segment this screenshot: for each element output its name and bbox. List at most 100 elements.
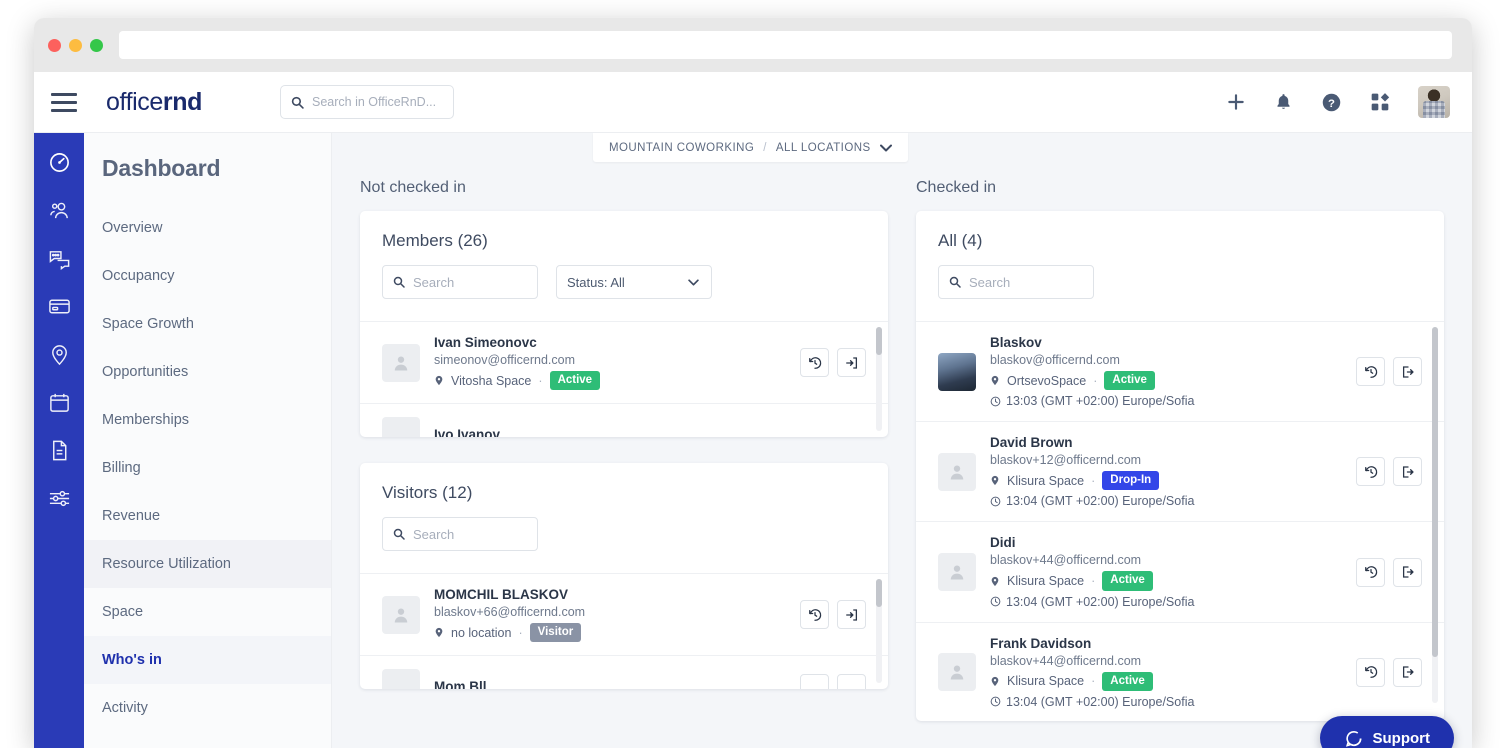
history-icon[interactable] <box>1356 457 1385 487</box>
list-item[interactable]: Ivan Simeonovc simeonov@officernd.com Vi… <box>360 321 888 403</box>
status-badge: Drop-In <box>1102 471 1160 491</box>
sidebar-item-overview[interactable]: Overview <box>84 204 331 252</box>
add-icon[interactable] <box>1226 92 1246 112</box>
global-search-input[interactable]: Search in OfficeRnD... <box>279 85 454 119</box>
members-scrollbar-thumb[interactable] <box>876 327 882 355</box>
clock-icon <box>990 396 1001 407</box>
meta-separator: · <box>518 625 523 640</box>
location-selector[interactable]: MOUNTAIN COWORKING / ALL LOCATIONS <box>593 133 908 162</box>
help-icon[interactable]: ? <box>1321 92 1342 113</box>
person-location: Klisura Space <box>1007 674 1085 689</box>
person-name: Ivan Simeonovc <box>434 335 537 350</box>
checked-in-scrollbar-track[interactable] <box>1432 327 1438 703</box>
list-item-info: Ivo Ivanov <box>434 427 866 437</box>
list-item[interactable]: Blaskov blaskov@officernd.com OrtsevoSpa… <box>916 321 1444 421</box>
svg-text:?: ? <box>1328 97 1335 109</box>
sidebar-item-memberships[interactable]: Memberships <box>84 396 331 444</box>
check-out-icon[interactable] <box>1393 457 1422 487</box>
user-avatar[interactable] <box>1418 86 1450 118</box>
dashboard-gauge-icon[interactable] <box>44 147 74 177</box>
visitors-search-input[interactable]: Search <box>382 517 538 551</box>
checked-in-card-title: All (4) <box>938 231 983 250</box>
browser-titlebar <box>34 18 1472 72</box>
members-people-icon[interactable] <box>44 195 74 225</box>
visitors-scrollbar-track[interactable] <box>876 579 882 683</box>
location-pin-icon <box>991 476 999 486</box>
sidebar-item-billing[interactable]: Billing <box>84 444 331 492</box>
members-search-input[interactable]: Search <box>382 265 538 299</box>
history-icon[interactable] <box>800 673 829 689</box>
list-item[interactable]: Mom Bll <box>360 655 888 689</box>
list-item-info: Didi blaskov+44@officernd.com Klisura Sp… <box>990 535 1342 608</box>
check-in-icon[interactable] <box>837 600 866 630</box>
reports-document-icon[interactable] <box>44 435 74 465</box>
visitors-card-controls: Search <box>360 517 888 573</box>
close-window-button[interactable] <box>48 38 61 52</box>
support-widget-button[interactable]: Support <box>1319 716 1454 748</box>
members-search-placeholder: Search <box>413 274 455 290</box>
check-out-icon[interactable] <box>1393 557 1422 587</box>
address-bar[interactable] <box>119 31 1452 59</box>
person-meta: Klisura Space · Active <box>990 671 1342 691</box>
check-out-icon[interactable] <box>1393 357 1422 387</box>
person-name: Ivo Ivanov <box>434 427 501 437</box>
checked-in-search-input[interactable]: Search <box>938 265 1094 299</box>
list-item[interactable]: MOMCHIL BLASKOV blaskov+66@officernd.com… <box>360 573 888 655</box>
check-in-icon[interactable] <box>837 673 866 689</box>
checked-in-scrollbar-thumb[interactable] <box>1432 327 1438 657</box>
list-item[interactable]: Frank Davidson blaskov+44@officernd.com … <box>916 621 1444 721</box>
members-scrollbar-track[interactable] <box>876 327 882 431</box>
history-icon[interactable] <box>800 600 829 630</box>
community-chat-icon[interactable] <box>44 243 74 273</box>
person-location: OrtsevoSpace <box>1007 373 1087 388</box>
sidebar-item-label: Billing <box>102 460 141 476</box>
list-item[interactable]: David Brown blaskov+12@officernd.com Kli… <box>916 421 1444 521</box>
person-email: blaskov+66@officernd.com <box>434 605 586 619</box>
list-item-info: Blaskov blaskov@officernd.com OrtsevoSpa… <box>990 335 1342 408</box>
members-status-filter[interactable]: Status: All <box>556 265 712 299</box>
sidebar-item-space[interactable]: Space <box>84 588 331 636</box>
avatar <box>382 417 420 437</box>
check-out-icon[interactable] <box>1393 657 1422 687</box>
officernd-logo[interactable]: officernd <box>106 88 202 117</box>
visitors-list: MOMCHIL BLASKOV blaskov+66@officernd.com… <box>360 573 888 689</box>
notifications-bell-icon[interactable] <box>1274 92 1293 112</box>
row-actions <box>1356 657 1422 687</box>
search-icon <box>949 276 961 288</box>
minimize-window-button[interactable] <box>69 38 82 52</box>
person-email: blaskov@officernd.com <box>990 353 1120 367</box>
history-icon[interactable] <box>800 348 829 378</box>
sidebar-item-resource-utilization[interactable]: Resource Utilization <box>84 540 331 588</box>
check-in-icon[interactable] <box>837 348 866 378</box>
sidebar-item-opportunities[interactable]: Opportunities <box>84 348 331 396</box>
list-item[interactable]: Ivo Ivanov <box>360 403 888 437</box>
history-icon[interactable] <box>1356 657 1385 687</box>
avatar <box>938 553 976 592</box>
sidebar-item-revenue[interactable]: Revenue <box>84 492 331 540</box>
user-placeholder-icon <box>394 356 408 371</box>
list-item[interactable]: Didi blaskov+44@officernd.com Klisura Sp… <box>916 521 1444 621</box>
zoom-window-button[interactable] <box>90 38 103 52</box>
sidebar-item-occupancy[interactable]: Occupancy <box>84 252 331 300</box>
history-icon[interactable] <box>1356 357 1385 387</box>
person-checkin-time-wrap: 13:04 (GMT +02:00) Europe/Sofia <box>990 494 1342 508</box>
user-placeholder-icon <box>950 465 964 480</box>
history-icon[interactable] <box>1356 557 1385 587</box>
location-pin-icon <box>991 576 999 586</box>
sidebar-item-activity[interactable]: Activity <box>84 684 331 732</box>
location-pin-icon <box>991 676 999 686</box>
sidebar-item-whos-in[interactable]: Who's in <box>84 636 331 684</box>
locations-pin-icon[interactable] <box>44 339 74 369</box>
hamburger-menu-icon[interactable] <box>34 72 94 133</box>
app-body: Dashboard Overview Occupancy Space Growt… <box>34 133 1472 748</box>
sidebar-item-space-growth[interactable]: Space Growth <box>84 300 331 348</box>
settings-sliders-icon[interactable] <box>44 483 74 513</box>
billing-card-icon[interactable] <box>44 291 74 321</box>
meta-separator: · <box>1091 674 1096 689</box>
visitors-card: Visitors (12) Search MOMCHIL BLASKOV bla… <box>360 463 888 689</box>
person-meta: OrtsevoSpace · Active <box>990 371 1342 391</box>
visitors-scrollbar-thumb[interactable] <box>876 579 882 607</box>
chevron-down-icon <box>879 144 892 151</box>
calendar-icon[interactable] <box>44 387 74 417</box>
apps-grid-icon[interactable] <box>1370 92 1390 112</box>
